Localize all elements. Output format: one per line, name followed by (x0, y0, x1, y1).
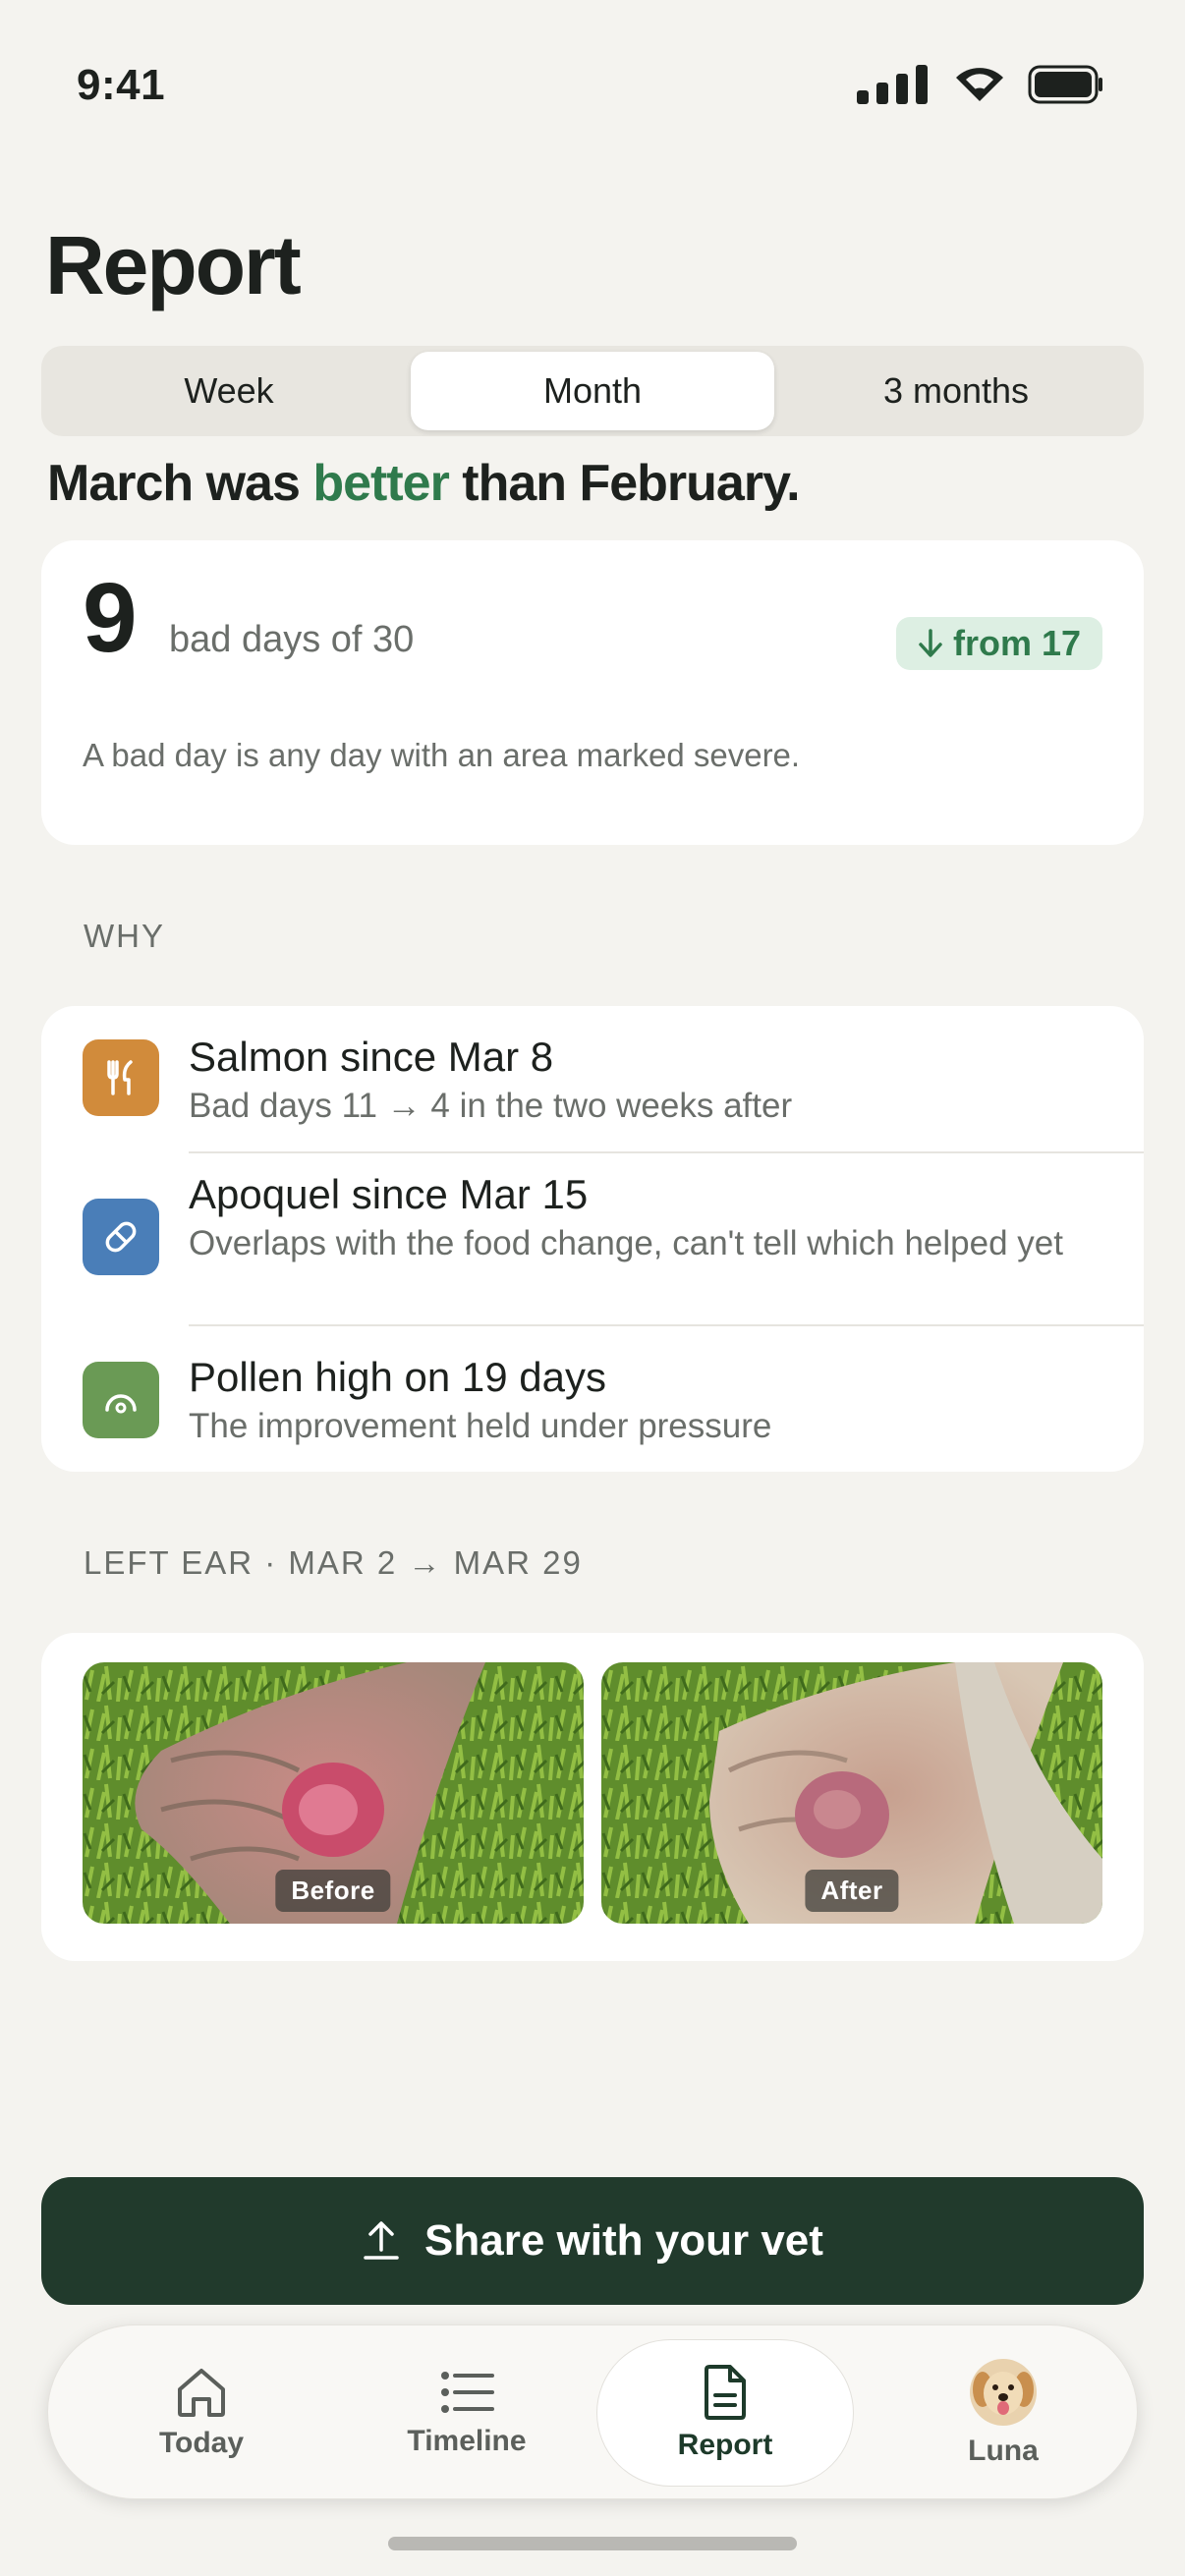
home-icon (178, 2369, 225, 2417)
status-time: 9:41 (77, 61, 166, 109)
why-item-title: Salmon since Mar 8 (189, 1034, 554, 1080)
bad-days-count: 9 (83, 563, 138, 673)
why-item-title: Apoquel since Mar 15 (189, 1171, 589, 1217)
after-photo[interactable]: After (601, 1662, 1102, 1924)
why-section-label: WHY (84, 918, 165, 954)
why-item-subtitle: Overlaps with the food change, can't tel… (189, 1224, 1063, 1262)
summary-headline: March was better than February. (47, 454, 801, 513)
tab-timeline[interactable]: Timeline (349, 2339, 585, 2487)
tab-report[interactable]: Report (596, 2339, 854, 2487)
photos-section-label: LEFT EAR · MAR 2 → MAR 29 (84, 1544, 583, 1581)
segment-week[interactable]: Week (47, 352, 411, 430)
segment-month[interactable]: Month (411, 352, 774, 430)
bad-day-definition: A bad day is any day with an area marked… (83, 737, 801, 773)
before-photo[interactable]: Before (83, 1662, 584, 1924)
delta-text: from 17 (952, 623, 1081, 663)
page-title: Report (45, 219, 302, 311)
home-indicator (388, 2537, 797, 2550)
headline-accent: better (312, 455, 449, 512)
wifi-icon (956, 68, 1003, 101)
tab-label: Today (158, 2427, 245, 2459)
period-segmented-control: Week Month 3 months (41, 346, 1144, 436)
fork-knife-icon (83, 1039, 159, 1116)
tab-label: Report (677, 2429, 773, 2461)
segment-3-months[interactable]: 3 months (774, 352, 1138, 430)
tab-label: Timeline (407, 2425, 527, 2457)
headline-suffix: than February. (448, 455, 800, 512)
headline-prefix: March was (47, 455, 313, 512)
why-item-subtitle: The improvement held under pressure (189, 1407, 772, 1445)
status-icons (857, 65, 1104, 104)
bad-days-label: bad days of 30 (169, 619, 415, 660)
document-icon (705, 2365, 746, 2420)
tab-profile-luna[interactable]: Luna (885, 2339, 1121, 2487)
share-with-vet-button[interactable]: Share with your vet (41, 2177, 1144, 2305)
after-label: After (805, 1870, 899, 1912)
share-button-label: Share with your vet (424, 2216, 823, 2265)
tab-today[interactable]: Today (84, 2339, 319, 2487)
why-item-title: Pollen high on 19 days (189, 1354, 606, 1400)
list-icon (441, 2372, 494, 2413)
dog-avatar (970, 2359, 1037, 2426)
tab-label: Luna (968, 2435, 1039, 2467)
why-item-salmon[interactable]: Salmon since Mar 8 Bad days 11 → 4 in th… (41, 1006, 1144, 1153)
bad-days-card: 9 bad days of 30 from 17 A bad day is an… (41, 540, 1144, 845)
why-card: Salmon since Mar 8 Bad days 11 → 4 in th… (41, 1006, 1144, 1472)
battery-icon (1028, 65, 1102, 104)
why-item-pollen[interactable]: Pollen high on 19 days The improvement h… (41, 1326, 1144, 1472)
pill-icon (83, 1199, 159, 1275)
why-item-subtitle: Bad days 11 → 4 in the two weeks after (189, 1087, 793, 1125)
delta-badge: from 17 (895, 617, 1102, 670)
why-item-apoquel[interactable]: Apoquel since Mar 15 Overlaps with the f… (41, 1153, 1144, 1326)
pollen-icon (83, 1362, 159, 1438)
before-label: Before (275, 1870, 391, 1912)
before-after-card: Before After (41, 1633, 1144, 1961)
cellular-signal-icon (857, 65, 928, 104)
share-upload-icon (364, 2221, 399, 2260)
arrow-down-icon (919, 629, 942, 657)
tab-bar: Today Timeline Report Luna (47, 2324, 1138, 2499)
